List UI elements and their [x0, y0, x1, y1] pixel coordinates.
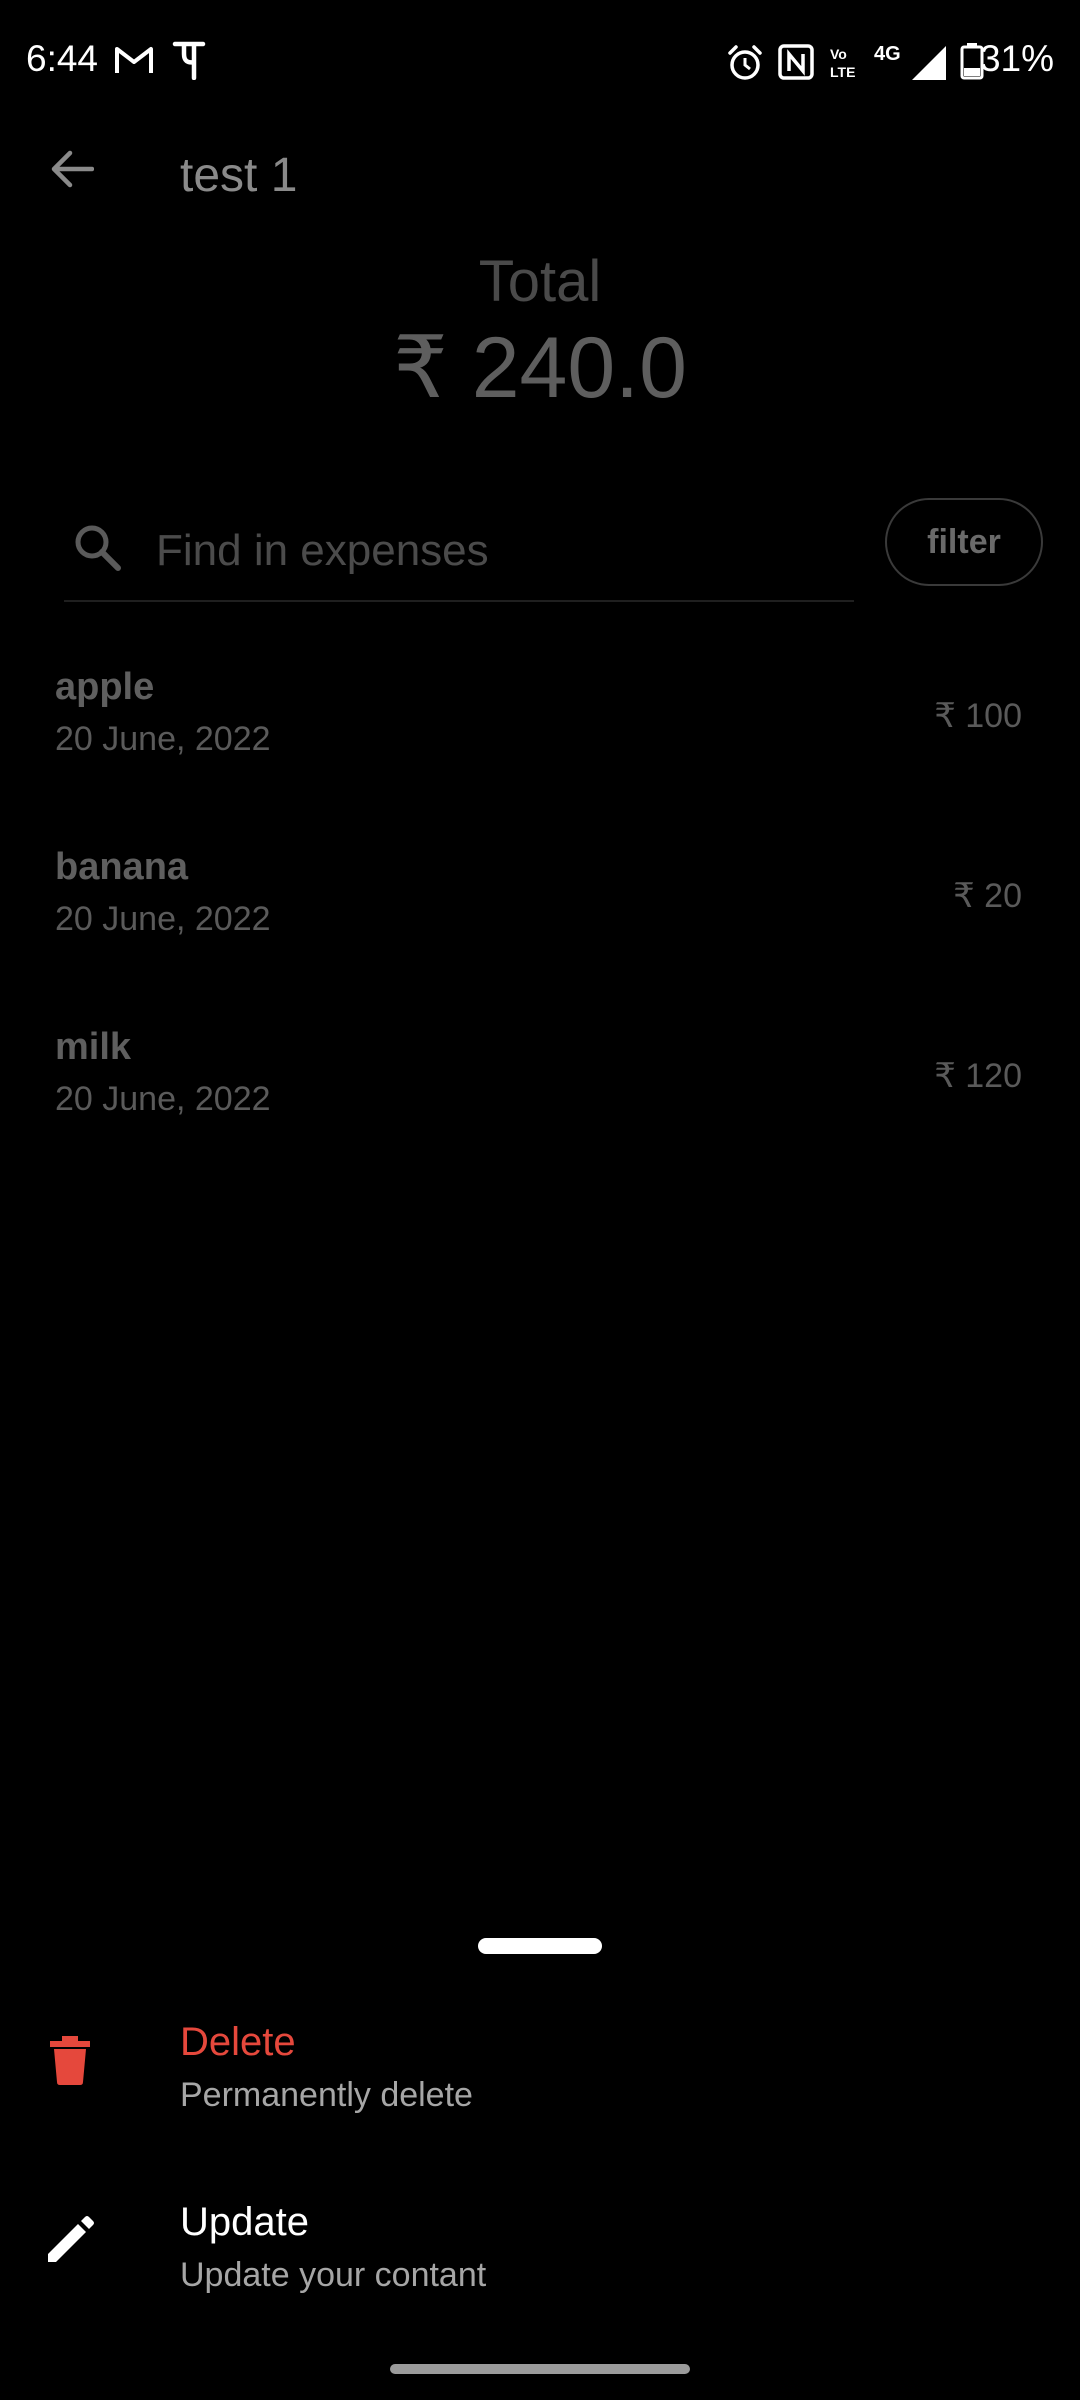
total-value: ₹ 240.0	[393, 320, 687, 416]
update-action[interactable]: Update Update your contant	[0, 2160, 1080, 2330]
total-label: Total	[478, 249, 602, 314]
expense-name: milk	[55, 1026, 132, 1068]
trash-icon	[40, 2030, 100, 2090]
svg-text:LTE: LTE	[830, 64, 855, 80]
gmail-icon	[114, 44, 154, 81]
search-input[interactable]	[154, 510, 838, 592]
expense-list: apple 20 June, 2022 ₹ 100 banana 20 June…	[0, 640, 1080, 1180]
expense-date: 20 June, 2022	[55, 900, 271, 938]
delete-subtitle: Permanently delete	[180, 2076, 473, 2114]
list-item[interactable]: milk 20 June, 2022 ₹ 120	[0, 1000, 1080, 1180]
arrow-left-icon	[48, 149, 95, 194]
expense-amount: ₹ 120	[934, 1057, 1022, 1095]
status-bar: 6:44 Vo LTE 4G 31%	[0, 0, 1080, 124]
update-subtitle: Update your contant	[180, 2256, 487, 2294]
svg-text:Vo: Vo	[830, 46, 847, 62]
update-title: Update	[180, 2200, 309, 2244]
volte-icon: Vo LTE	[828, 44, 866, 85]
signal-icon	[910, 44, 948, 87]
expense-amount: ₹ 20	[953, 877, 1022, 915]
battery-percent: 31%	[979, 38, 1054, 79]
alarm-icon	[726, 44, 764, 87]
nfc-icon	[778, 44, 814, 85]
expense-date: 20 June, 2022	[55, 1080, 271, 1118]
search-icon	[70, 520, 128, 578]
expense-date: 20 June, 2022	[55, 720, 271, 758]
pencil-icon	[40, 2210, 100, 2270]
drag-handle[interactable]	[478, 1938, 602, 1954]
back-button[interactable]	[40, 140, 102, 202]
expense-name: banana	[55, 846, 189, 888]
gesture-nav-bar[interactable]	[390, 2364, 690, 2374]
delete-title: Delete	[180, 2020, 296, 2064]
expense-amount: ₹ 100	[934, 697, 1022, 735]
filter-button[interactable]: filter	[885, 498, 1043, 586]
page-title: test 1	[180, 149, 298, 202]
4g-icon: 4G	[874, 40, 910, 71]
expense-name: apple	[55, 666, 155, 708]
list-item[interactable]: apple 20 June, 2022 ₹ 100	[0, 640, 1080, 820]
delete-action[interactable]: Delete Permanently delete	[0, 1980, 1080, 2150]
network-label: 4G	[874, 43, 901, 65]
status-time: 6:44	[26, 38, 99, 79]
phonepe-icon	[172, 40, 206, 85]
search-bar	[64, 500, 854, 602]
list-item[interactable]: banana 20 June, 2022 ₹ 20	[0, 820, 1080, 1000]
bottom-sheet: Delete Permanently delete Update Update …	[0, 1900, 1080, 2400]
